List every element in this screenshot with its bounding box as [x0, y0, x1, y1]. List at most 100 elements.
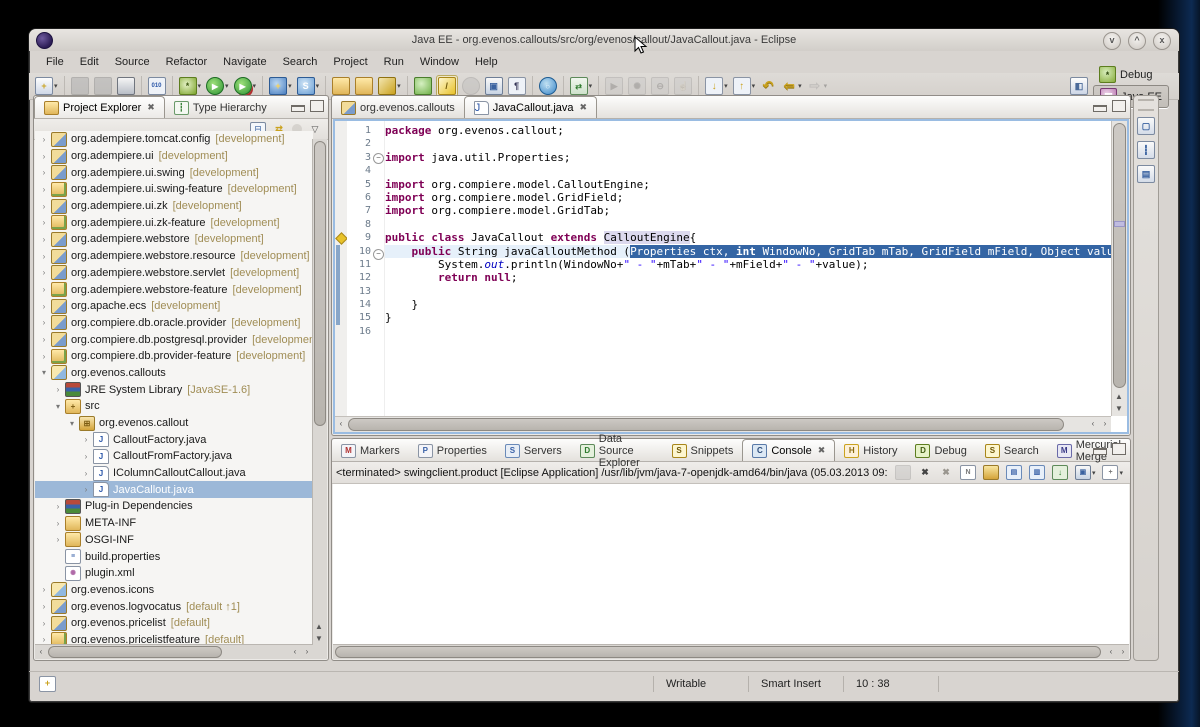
tree-item[interactable]: ›org.apache.ecs[development]: [35, 298, 313, 315]
menu-navigate[interactable]: Navigate: [216, 53, 273, 71]
web-browser-button[interactable]: ○: [538, 76, 558, 96]
synchronize-button[interactable]: ⇄▾: [569, 76, 594, 96]
fold-collapse-icon[interactable]: −: [373, 153, 384, 164]
show-stdout-button[interactable]: ▤: [1005, 463, 1023, 483]
perspective-debug[interactable]: *Debug: [1093, 64, 1169, 85]
tab-properties[interactable]: PProperties: [409, 440, 496, 461]
expand-arrow-icon[interactable]: ›: [39, 352, 49, 361]
synchronize-dropdown[interactable]: ▾: [589, 82, 593, 90]
menu-search[interactable]: Search: [276, 53, 325, 71]
open-console-button[interactable]: +▾: [1101, 463, 1124, 483]
expand-arrow-icon[interactable]: ›: [39, 268, 49, 277]
collapse-arrow-icon[interactable]: ▾: [53, 402, 63, 411]
back-button[interactable]: ⇦▾: [780, 76, 803, 96]
close-icon[interactable]: ✖: [147, 102, 155, 113]
new-wizard-button[interactable]: +▾: [34, 76, 59, 96]
open-perspective-button[interactable]: ◧: [1069, 76, 1089, 96]
expand-arrow-icon[interactable]: ›: [53, 519, 63, 528]
minimize-view-button[interactable]: [291, 105, 305, 112]
menu-run[interactable]: Run: [377, 53, 411, 71]
open-type-button[interactable]: ▣: [484, 76, 504, 96]
tree-item[interactable]: ›JJavaCallout.java: [35, 481, 313, 498]
tab-search[interactable]: SSearch: [976, 440, 1048, 461]
run-external-button[interactable]: ▶▾: [233, 76, 258, 96]
console-hscrollbar[interactable]: ‹ ›: [333, 644, 1129, 659]
project-tree-vscrollbar[interactable]: ▲ ▼: [312, 139, 327, 645]
tab-type-hierarchy[interactable]: ┇Type Hierarchy: [165, 97, 276, 118]
tree-item[interactable]: ›META-INF: [35, 515, 313, 532]
tab-history[interactable]: HHistory: [835, 440, 906, 461]
import-button[interactable]: [331, 76, 351, 96]
editor-vscrollbar[interactable]: ▲ ▼: [1111, 121, 1127, 416]
expand-arrow-icon[interactable]: ›: [39, 218, 49, 227]
warning-annotation-icon[interactable]: [335, 232, 348, 245]
minimize-console-button[interactable]: [1093, 448, 1107, 455]
expand-arrow-icon[interactable]: ›: [39, 235, 49, 244]
editor-hscrollbar[interactable]: ‹ ‹ ›: [335, 416, 1111, 432]
debug-dropdown[interactable]: ▾: [198, 82, 202, 90]
maximize-console-button[interactable]: [1112, 443, 1126, 455]
show-whitespace-button[interactable]: ¶: [507, 76, 527, 96]
tree-item[interactable]: ›JRE System Library[JavaSE-1.6]: [35, 381, 313, 398]
tree-item[interactable]: ›org.evenos.logvocatus[default ↑1]: [35, 598, 313, 615]
maximize-button[interactable]: ^: [1128, 32, 1146, 50]
tree-item[interactable]: ›org.evenos.pricelist[default]: [35, 615, 313, 632]
maximize-view-button[interactable]: [310, 100, 324, 112]
expand-arrow-icon[interactable]: ›: [39, 135, 49, 144]
tree-item[interactable]: ›org.adempiere.ui.zk[development]: [35, 198, 313, 215]
expand-arrow-icon[interactable]: ›: [39, 202, 49, 211]
binary-view-button[interactable]: 010: [147, 76, 167, 96]
expand-arrow-icon[interactable]: ›: [53, 502, 63, 511]
occurrence-overview-mark[interactable]: [1114, 221, 1125, 227]
restore-view-button[interactable]: ▢: [1137, 117, 1155, 135]
menu-source[interactable]: Source: [108, 53, 157, 71]
expand-arrow-icon[interactable]: ›: [81, 485, 91, 494]
tree-item[interactable]: ›org.evenos.icons: [35, 582, 313, 599]
expand-arrow-icon[interactable]: ›: [39, 168, 49, 177]
editor-tab-org-evenos-callouts[interactable]: org.evenos.callouts: [332, 97, 464, 118]
tab-data-source-explorer[interactable]: DData Source Explorer: [571, 440, 663, 461]
tree-item[interactable]: ✺plugin.xml: [35, 565, 313, 582]
previous-annotation-button[interactable]: ↑▾: [732, 76, 757, 96]
collapse-arrow-icon[interactable]: ▾: [67, 419, 77, 428]
new-web-project-dropdown[interactable]: ▾: [288, 82, 292, 90]
run-external-dropdown[interactable]: ▾: [253, 82, 257, 90]
expand-arrow-icon[interactable]: ›: [39, 585, 49, 594]
collapse-arrow-icon[interactable]: ▾: [39, 368, 49, 377]
expand-arrow-icon[interactable]: ›: [39, 185, 49, 194]
menu-refactor[interactable]: Refactor: [159, 53, 215, 71]
pin-console-button[interactable]: ↓: [1051, 463, 1069, 483]
expand-arrow-icon[interactable]: ›: [39, 335, 49, 344]
tree-item[interactable]: ›Plug-in Dependencies: [35, 498, 313, 515]
scroll-lock-button[interactable]: [982, 463, 1000, 483]
debug-button[interactable]: *▾: [178, 76, 203, 96]
tree-item[interactable]: ›org.compiere.db.oracle.provider[develop…: [35, 315, 313, 332]
show-stderr-button[interactable]: ▥: [1028, 463, 1046, 483]
menu-edit[interactable]: Edit: [73, 53, 106, 71]
last-edit-location-button[interactable]: ↶: [759, 76, 777, 96]
tab-project-explorer[interactable]: Project Explorer✖: [34, 96, 165, 118]
search-flashlight-dropdown[interactable]: ▾: [397, 82, 401, 90]
outline-view-button[interactable]: ┇: [1137, 141, 1155, 159]
expand-arrow-icon[interactable]: ›: [39, 285, 49, 294]
editor-code-area[interactable]: package org.evenos.callout;import java.u…: [385, 121, 1111, 416]
expand-arrow-icon[interactable]: ›: [81, 452, 91, 461]
previous-annotation-dropdown[interactable]: ▾: [752, 82, 756, 90]
tree-item[interactable]: ›org.adempiere.webstore.resource[develop…: [35, 248, 313, 265]
expand-arrow-icon[interactable]: ›: [81, 435, 91, 444]
expand-arrow-icon[interactable]: ›: [53, 535, 63, 544]
window-titlebar[interactable]: Java EE - org.evenos.callouts/src/org/ev…: [29, 29, 1179, 51]
plugin-registry-button[interactable]: [413, 76, 433, 96]
new-web-project-button[interactable]: +▾: [268, 76, 293, 96]
tree-item[interactable]: ▾org.evenos.callouts: [35, 365, 313, 382]
tree-item[interactable]: ›org.compiere.db.postgresql.provider[dev…: [35, 331, 313, 348]
tree-item[interactable]: ›JCalloutFromFactory.java: [35, 448, 313, 465]
tree-item[interactable]: ›org.adempiere.webstore-feature[developm…: [35, 281, 313, 298]
tree-item[interactable]: ›org.adempiere.ui.zk-feature[development…: [35, 214, 313, 231]
tree-item[interactable]: ›JIColumnCalloutCallout.java: [35, 465, 313, 482]
tasklist-view-button[interactable]: ▤: [1137, 165, 1155, 183]
expand-arrow-icon[interactable]: ›: [39, 602, 49, 611]
tab-servers[interactable]: SServers: [496, 440, 571, 461]
new-wizard-dropdown[interactable]: ▾: [54, 82, 58, 90]
back-dropdown[interactable]: ▾: [798, 82, 802, 90]
